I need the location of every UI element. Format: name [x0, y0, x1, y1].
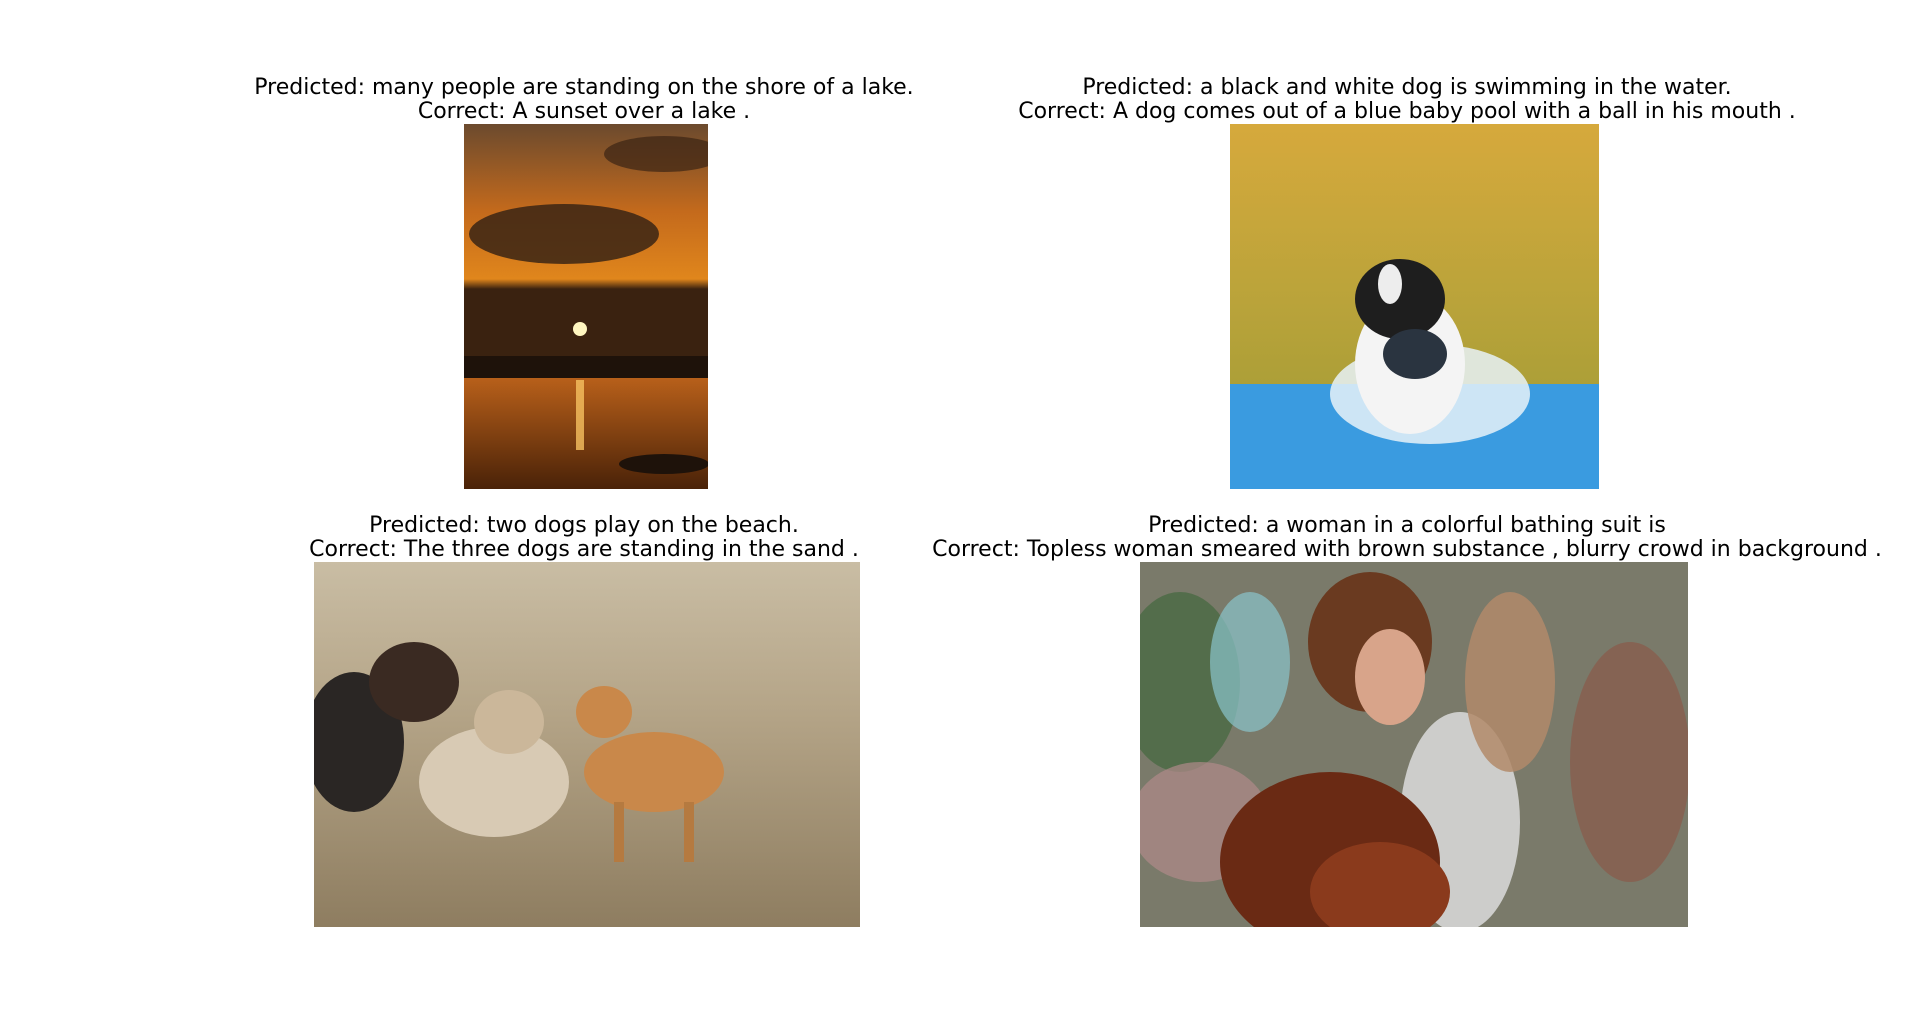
panel-2-predicted: Predicted: a black and white dog is swim… — [1082, 75, 1732, 100]
panel-4-predicted: Predicted: a woman in a colorful bathing… — [1148, 513, 1666, 538]
sunset-over-lake-photo — [464, 124, 708, 489]
panel-3-correct: Correct: The three dogs are standing in … — [309, 537, 859, 562]
panel-2-correct: Correct: A dog comes out of a blue baby … — [1018, 99, 1796, 124]
panel-3-caption: Predicted: two dogs play on the beach. C… — [244, 514, 924, 562]
panel-2-caption: Predicted: a black and white dog is swim… — [1007, 76, 1807, 124]
panel-1-caption: Predicted: many people are standing on t… — [244, 76, 924, 124]
panel-4-correct: Correct: Topless woman smeared with brow… — [932, 537, 1882, 562]
panel-1-predicted: Predicted: many people are standing on t… — [254, 75, 914, 100]
dogs-on-sand-photo — [314, 562, 860, 927]
panel-4-caption: Predicted: a woman in a colorful bathing… — [917, 514, 1897, 562]
woman-with-brown-substance-photo — [1140, 562, 1688, 927]
panel-1-correct: Correct: A sunset over a lake . — [417, 99, 751, 124]
panel-3-predicted: Predicted: two dogs play on the beach. — [369, 513, 799, 538]
dog-in-baby-pool-photo — [1230, 124, 1599, 489]
